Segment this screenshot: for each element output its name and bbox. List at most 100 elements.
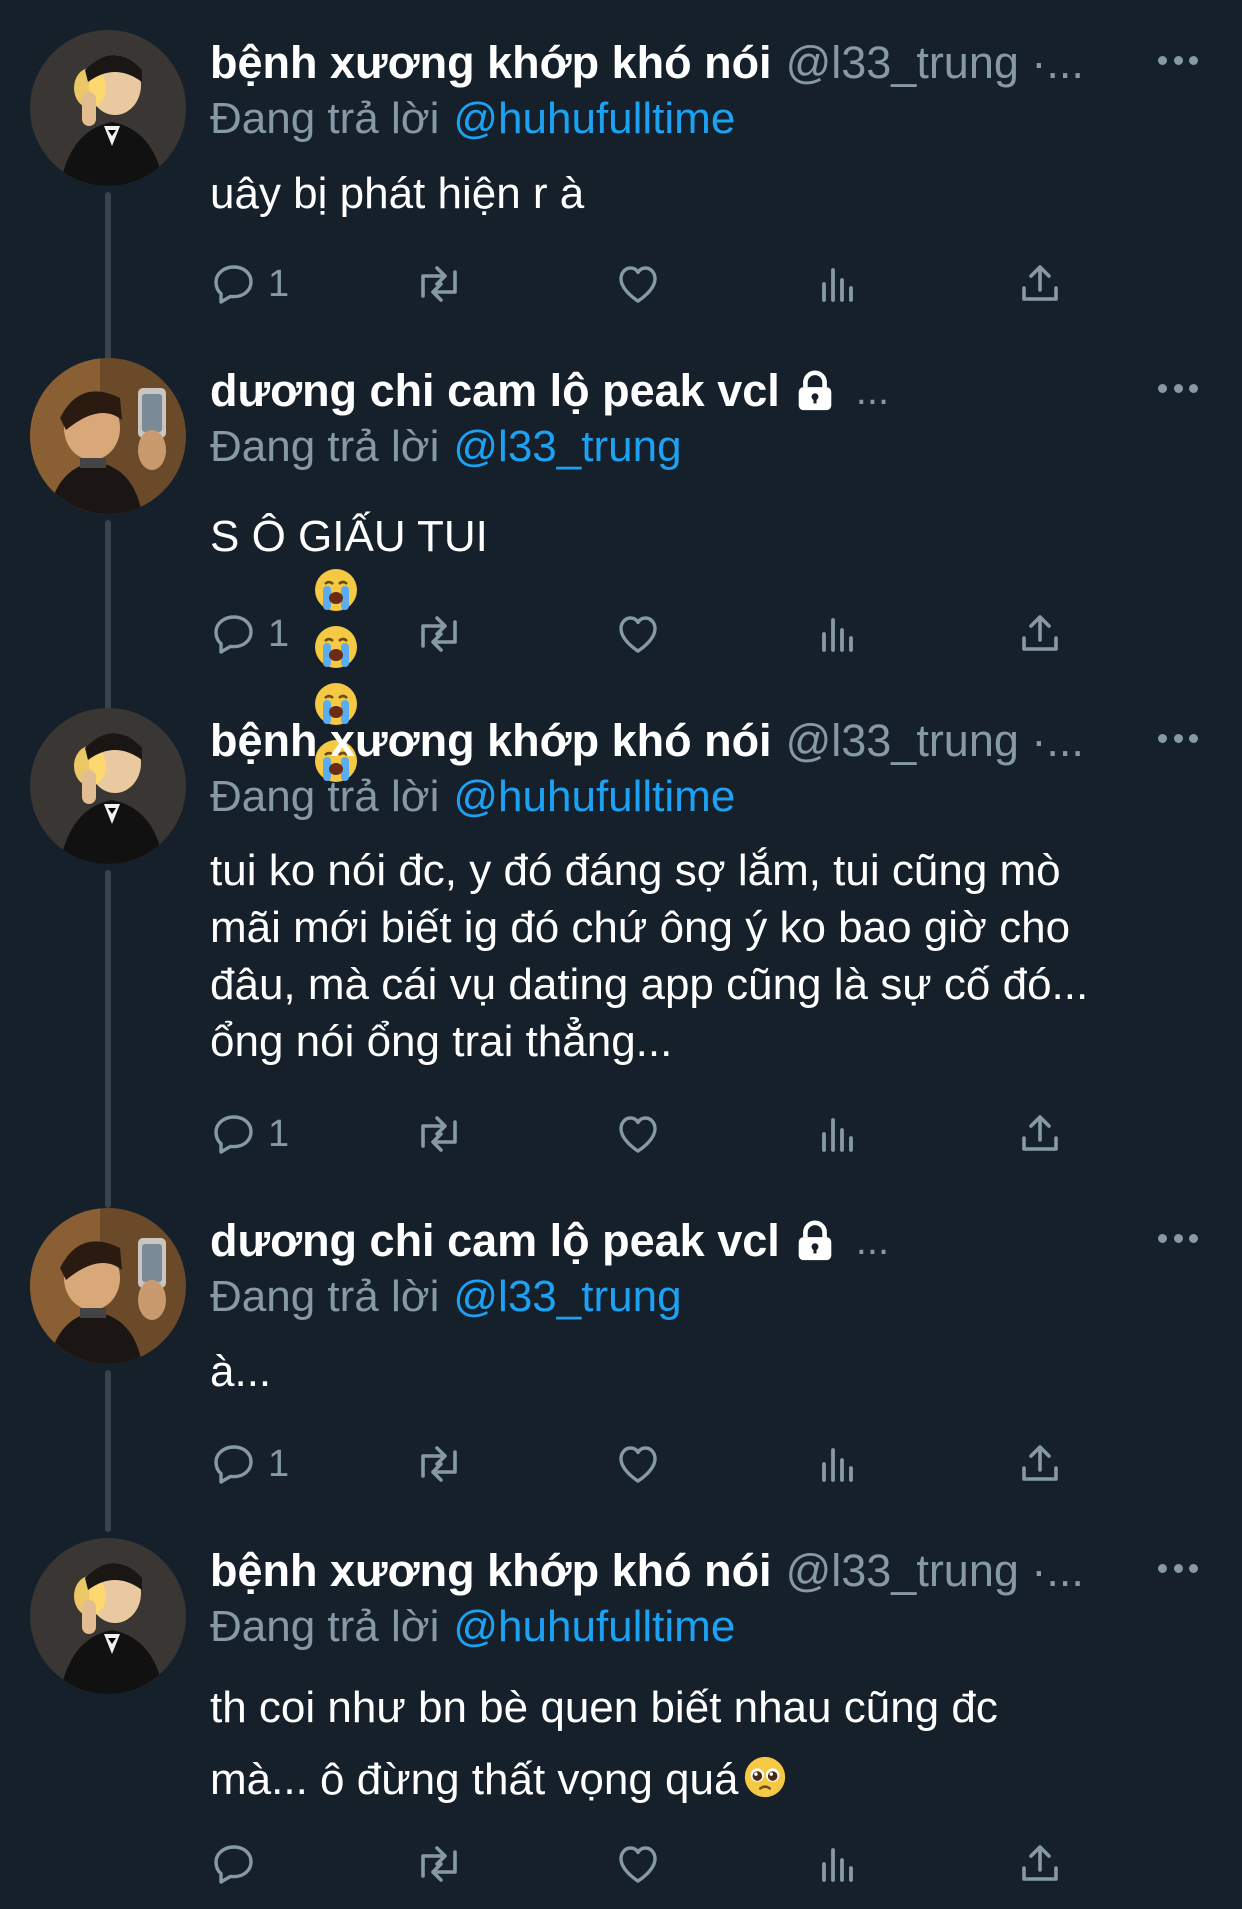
like-button[interactable]	[614, 1104, 662, 1164]
heart-icon	[619, 616, 657, 653]
reply-button[interactable]: 1	[210, 254, 289, 314]
analytics-icon	[822, 268, 853, 302]
more-icon[interactable]	[1158, 50, 1198, 70]
tweet-actions: 1	[210, 1104, 1110, 1164]
replying-to-label: Đang trả lời	[210, 94, 440, 143]
tweet[interactable]: bệnh xương khớp khó nói @l33_trung ·... …	[0, 1538, 1242, 1909]
tweet-text-content: à...	[210, 1347, 272, 1396]
more-icon[interactable]	[1158, 1558, 1198, 1578]
share-button[interactable]	[1016, 254, 1064, 314]
analytics-button[interactable]	[814, 604, 862, 664]
share-button[interactable]	[1016, 1434, 1064, 1494]
replying-to-label: Đang trả lời	[210, 1602, 440, 1651]
tweet-actions	[210, 1834, 1110, 1894]
analytics-icon	[822, 618, 853, 652]
more-icon[interactable]	[1158, 378, 1198, 398]
tweet[interactable]: dương chi cam lộ peak vcl ... Đang trả l…	[0, 358, 1242, 782]
retweet-icon	[421, 616, 457, 652]
retweet-icon	[421, 266, 457, 302]
replying-to: Đang trả lời @huhufulltime	[210, 764, 735, 830]
tweet-text: uây bị phát hiện r à	[210, 165, 1210, 222]
analytics-icon	[822, 1448, 853, 1482]
analytics-button[interactable]	[814, 1104, 862, 1164]
analytics-button[interactable]	[814, 1834, 862, 1894]
reply-button[interactable]: 1	[210, 604, 289, 664]
like-button[interactable]	[614, 254, 662, 314]
retweet-button[interactable]	[413, 1104, 465, 1164]
analytics-button[interactable]	[814, 1434, 862, 1494]
heart-icon	[619, 1116, 657, 1153]
retweet-icon	[421, 1116, 457, 1152]
share-button[interactable]	[1016, 604, 1064, 664]
retweet-icon	[421, 1846, 457, 1882]
user-handle[interactable]: @l33_trung ·...	[786, 30, 1084, 96]
avatar[interactable]	[30, 358, 186, 514]
user-handle[interactable]: @l33_trung ·...	[786, 1538, 1084, 1604]
conversation-thread: bệnh xương khớp khó nói @l33_trung ·... …	[0, 0, 1242, 1909]
tweet-text: th coi như bn bè quen biết nhau cũng đc …	[210, 1672, 1210, 1816]
tweet[interactable]: dương chi cam lộ peak vcl ... Đang trả l…	[0, 1208, 1242, 1532]
reply-icon	[214, 265, 253, 304]
replying-to-link[interactable]: @huhufulltime	[453, 94, 735, 143]
more-icon[interactable]	[1158, 1228, 1198, 1248]
share-button[interactable]	[1016, 1104, 1064, 1164]
replying-to: Đang trả lời @l33_trung	[210, 414, 682, 480]
tweet-text-content: uây bị phát hiện r à	[210, 169, 585, 218]
tweet-text-content: S Ô GIẤU TUI	[210, 512, 501, 561]
reply-count: 1	[268, 262, 290, 305]
tweet-actions: 1	[210, 1434, 1110, 1494]
analytics-icon	[822, 1118, 853, 1152]
reply-count: 1	[268, 612, 290, 655]
replying-to-label: Đang trả lời	[210, 772, 440, 821]
avatar[interactable]	[30, 708, 186, 864]
reply-icon	[214, 1445, 253, 1484]
replying-to-label: Đang trả lời	[210, 1272, 440, 1321]
like-button[interactable]	[614, 604, 662, 664]
name-truncation: ...	[855, 369, 890, 413]
share-icon	[1022, 1445, 1058, 1481]
share-icon	[1022, 615, 1058, 651]
tweet[interactable]: bệnh xương khớp khó nói @l33_trung ·... …	[0, 30, 1242, 388]
reply-button[interactable]	[210, 1834, 268, 1894]
share-icon	[1022, 1845, 1058, 1881]
reply-button[interactable]: 1	[210, 1434, 289, 1494]
more-icon[interactable]	[1158, 728, 1198, 748]
lock-icon	[798, 1220, 832, 1261]
thread-connector-line	[105, 870, 111, 1208]
thread-connector-line	[105, 1370, 111, 1532]
like-button[interactable]	[614, 1834, 662, 1894]
replying-to-link[interactable]: @l33_trung	[453, 422, 681, 471]
thread-connector-line	[105, 520, 111, 716]
reply-icon	[214, 615, 253, 654]
replying-to: Đang trả lời @huhufulltime	[210, 86, 735, 152]
tweet[interactable]: bệnh xương khớp khó nói @l33_trung ·... …	[0, 708, 1242, 1208]
heart-icon	[619, 1446, 657, 1483]
analytics-button[interactable]	[814, 254, 862, 314]
reply-count: 1	[268, 1112, 290, 1155]
replying-to: Đang trả lời @huhufulltime	[210, 1594, 735, 1660]
retweet-button[interactable]	[413, 254, 465, 314]
name-truncation: ...	[855, 1219, 890, 1263]
replying-to-link[interactable]: @huhufulltime	[453, 772, 735, 821]
retweet-button[interactable]	[413, 604, 465, 664]
like-button[interactable]	[614, 1434, 662, 1494]
tweet-text: à...	[210, 1343, 1210, 1400]
lock-icon	[798, 370, 832, 411]
avatar[interactable]	[30, 1538, 186, 1694]
avatar[interactable]	[30, 1208, 186, 1364]
reply-count: 1	[268, 1442, 290, 1485]
reply-button[interactable]: 1	[210, 1104, 289, 1164]
replying-to-link[interactable]: @huhufulltime	[453, 1602, 735, 1651]
replying-to-label: Đang trả lời	[210, 422, 440, 471]
retweet-button[interactable]	[413, 1434, 465, 1494]
heart-icon	[619, 1846, 657, 1883]
tweet-text: tui ko nói đc, y đó đáng sợ lắm, tui cũn…	[210, 842, 1210, 1070]
tweet-actions: 1	[210, 604, 1110, 664]
avatar[interactable]	[30, 30, 186, 186]
replying-to-link[interactable]: @l33_trung	[453, 1272, 681, 1321]
share-icon	[1022, 1115, 1058, 1151]
share-icon	[1022, 265, 1058, 301]
user-handle[interactable]: @l33_trung ·...	[786, 708, 1084, 774]
share-button[interactable]	[1016, 1834, 1064, 1894]
retweet-button[interactable]	[413, 1834, 465, 1894]
